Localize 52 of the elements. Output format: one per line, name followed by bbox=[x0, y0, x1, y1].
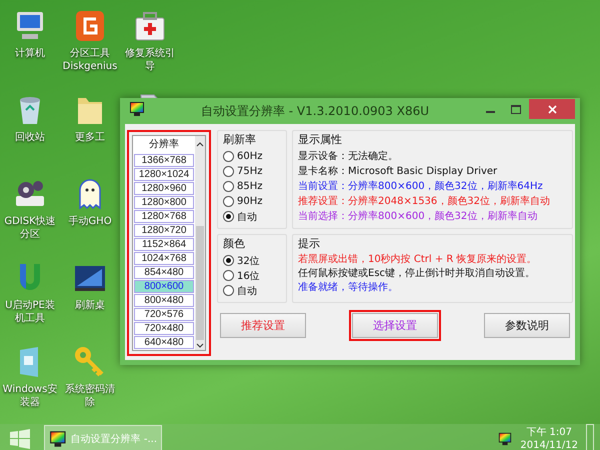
radio-option[interactable]: 90Hz bbox=[223, 194, 262, 209]
radio-option[interactable]: 60Hz bbox=[223, 149, 262, 164]
dialog-button[interactable]: 参数说明 bbox=[484, 313, 570, 338]
start-icon[interactable] bbox=[10, 428, 30, 448]
radio-option[interactable]: 自动 bbox=[223, 209, 257, 224]
monitor-icon bbox=[498, 432, 512, 446]
resolution-item[interactable]: 1280×800 bbox=[134, 196, 194, 209]
resolution-item[interactable]: 800×480 bbox=[134, 294, 194, 307]
resolution-item[interactable]: 1280×768 bbox=[134, 210, 194, 223]
group-title: 刷新率 bbox=[223, 132, 257, 147]
resolution-item[interactable]: 1366×768 bbox=[134, 154, 194, 167]
scrollbar[interactable] bbox=[195, 136, 205, 350]
clock-date: 2014/11/12 bbox=[520, 438, 578, 450]
close-icon bbox=[548, 104, 556, 114]
resolution-item[interactable]: 1152×864 bbox=[134, 238, 194, 251]
hint-line: 若黑屏或出错，10秒内按 Ctrl + R 恢复原来的设置。 bbox=[298, 253, 538, 267]
resolution-item[interactable]: 1280×720 bbox=[134, 224, 194, 237]
property-line: 当前设置：分辨率800×600，颜色32位，刷新率64Hz bbox=[298, 180, 544, 194]
monitor-icon bbox=[129, 101, 145, 117]
hint-line: 准备就绪，等待操作。 bbox=[298, 281, 399, 295]
resolution-item[interactable]: 720×480 bbox=[134, 322, 194, 335]
radio-option[interactable]: 85Hz bbox=[223, 179, 262, 194]
dialog-button[interactable]: 推荐设置 bbox=[220, 313, 306, 338]
group-title: 颜色 bbox=[223, 236, 246, 251]
radio-option[interactable]: 自动 bbox=[223, 283, 257, 298]
minimize-icon bbox=[486, 111, 494, 113]
resolution-item[interactable]: 800×600 bbox=[134, 280, 194, 293]
maximize-icon bbox=[511, 104, 521, 114]
property-line: 显卡名称：Microsoft Basic Display Driver bbox=[298, 164, 498, 179]
radio-option[interactable]: 32位 bbox=[223, 253, 260, 268]
resolution-item[interactable]: 1280×960 bbox=[134, 182, 194, 195]
scroll-down-icon[interactable] bbox=[196, 342, 204, 350]
close-button[interactable] bbox=[529, 99, 575, 119]
hint-line: 任何鼠标按键或Esc键，停止倒计时并取消自动设置。 bbox=[298, 267, 536, 281]
property-line: 显示设备：无法确定。 bbox=[298, 150, 399, 164]
property-line: 推荐设置：分辨率2048×1536，颜色32位，刷新率自动 bbox=[298, 194, 552, 209]
clock-time: 下午 1:07 bbox=[526, 426, 572, 438]
list-header: 分辨率 bbox=[148, 138, 180, 152]
group-title: 提示 bbox=[298, 236, 321, 251]
radio-option[interactable]: 16位 bbox=[223, 268, 260, 283]
resolution-item[interactable]: 1024×768 bbox=[134, 252, 194, 265]
resolution-item[interactable]: 854×480 bbox=[134, 266, 194, 279]
monitor-icon bbox=[49, 428, 67, 448]
resolution-item[interactable]: 720×576 bbox=[134, 308, 194, 321]
radio-option[interactable]: 75Hz bbox=[223, 164, 262, 179]
property-line: 当前选择：分辨率800×600，颜色32位，刷新率自动 bbox=[298, 210, 538, 224]
scroll-up-icon[interactable] bbox=[196, 140, 204, 148]
group-title: 显示属性 bbox=[298, 132, 343, 147]
dialog-button[interactable]: 选择设置 bbox=[352, 313, 438, 338]
window-title: 自动设置分辨率 - V1.3.2010.0903 X86U bbox=[200, 102, 430, 120]
resolution-item[interactable]: 1280×1024 bbox=[134, 168, 194, 181]
resolution-item[interactable]: 640×480 bbox=[134, 336, 194, 349]
